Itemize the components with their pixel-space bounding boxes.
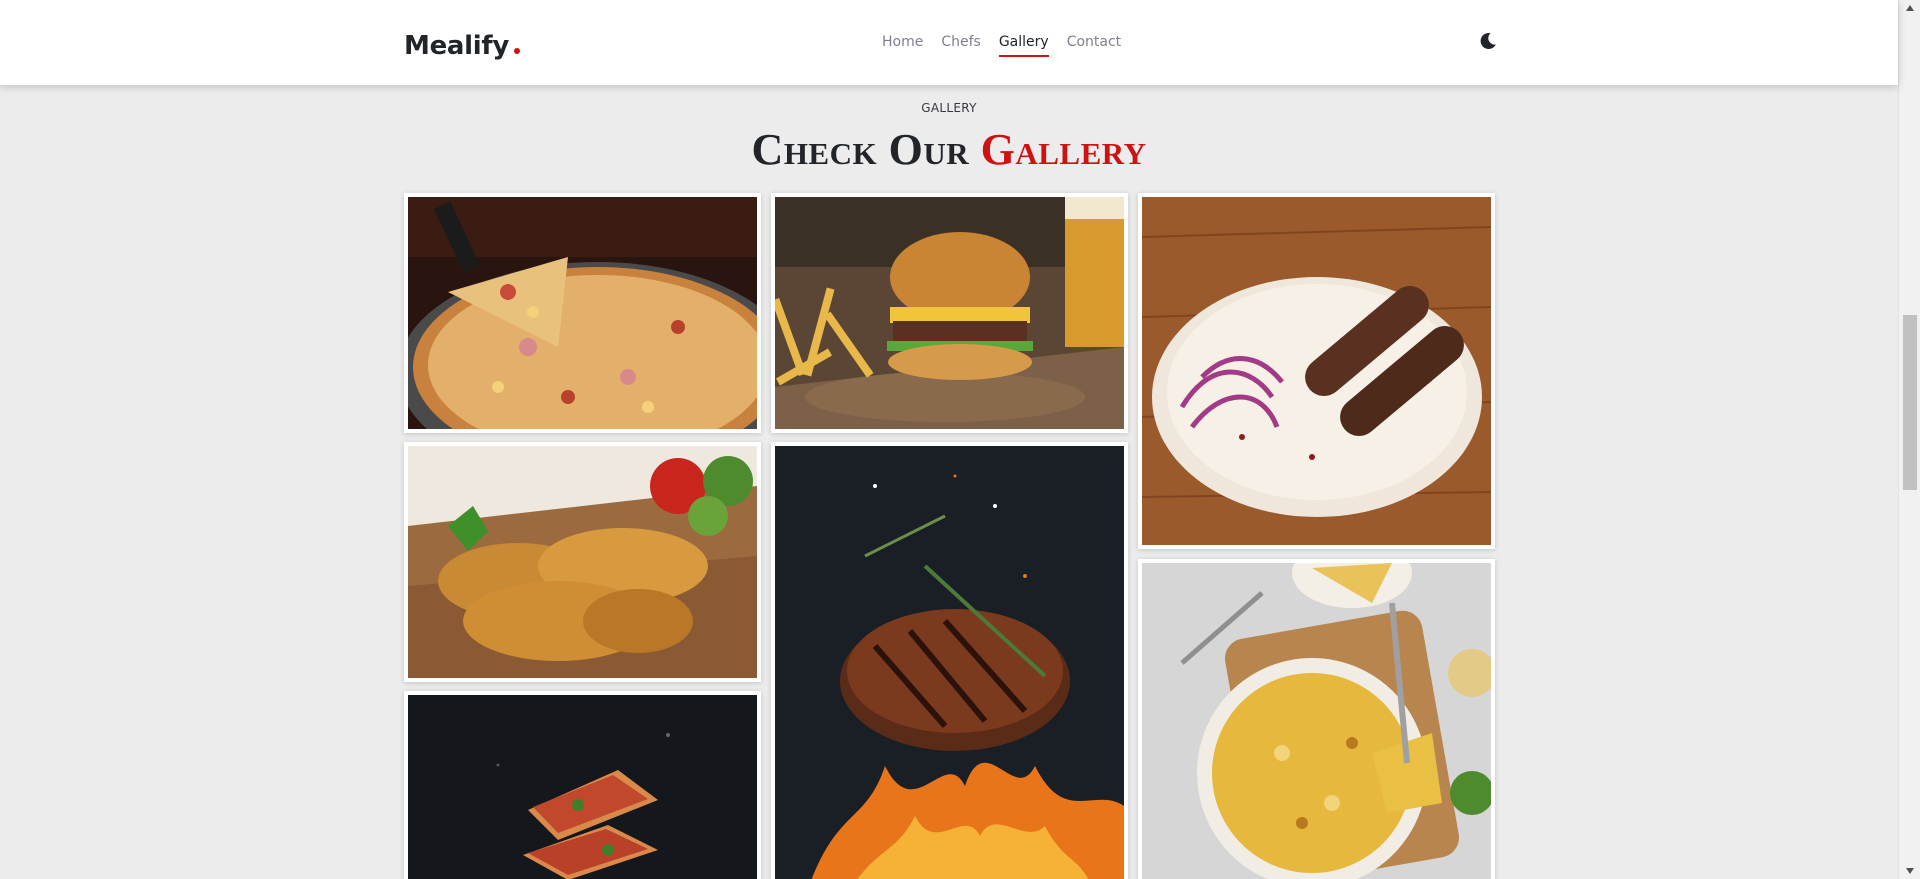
nav-gallery-link[interactable]: Gallery [998,34,1049,57]
brand-logo[interactable]: Mealify [404,31,521,61]
omelette-photo-icon [1142,563,1491,879]
grilled-steak-photo-icon [775,446,1124,879]
gallery-item-omelette[interactable] [1138,559,1495,879]
gallery-item-kebab[interactable] [1138,193,1495,549]
gallery-item-pizza[interactable] [404,193,761,433]
page-scrollbar[interactable] [1898,0,1920,879]
scroll-up-arrow-icon[interactable] [1899,0,1920,16]
main-nav: Home Chefs Gallery Contact [882,34,1139,57]
site-header: Mealify Home Chefs Gallery Contact [0,0,1898,85]
gallery-item-burger[interactable] [771,193,1128,433]
section-title: Check Our Gallery [0,124,1898,176]
fried-chicken-photo-icon [408,446,757,678]
brand-name: Mealify [404,31,510,61]
moon-icon [1480,32,1496,49]
nav-home-link[interactable]: Home [882,34,923,56]
section-title-prefix: Check Our [751,125,970,174]
gallery-item-flying-pizza[interactable] [404,691,761,879]
gallery-item-grilled-steak[interactable] [771,442,1128,879]
scrollbar-thumb[interactable] [1903,315,1917,490]
section-title-accent: Gallery [980,125,1147,174]
section-subtitle: GALLERY [921,101,977,115]
nav-chefs-link[interactable]: Chefs [941,34,980,56]
pizza-photo-icon [408,197,757,429]
kebab-photo-icon [1142,197,1491,545]
theme-toggle-button[interactable] [1478,31,1498,51]
gallery-item-fried-chicken[interactable] [404,442,761,682]
scroll-down-arrow-icon[interactable] [1899,863,1920,879]
nav-contact-link[interactable]: Contact [1067,34,1121,56]
flying-pizza-photo-icon [408,695,757,879]
burger-photo-icon [775,197,1124,429]
brand-dot [514,48,521,54]
